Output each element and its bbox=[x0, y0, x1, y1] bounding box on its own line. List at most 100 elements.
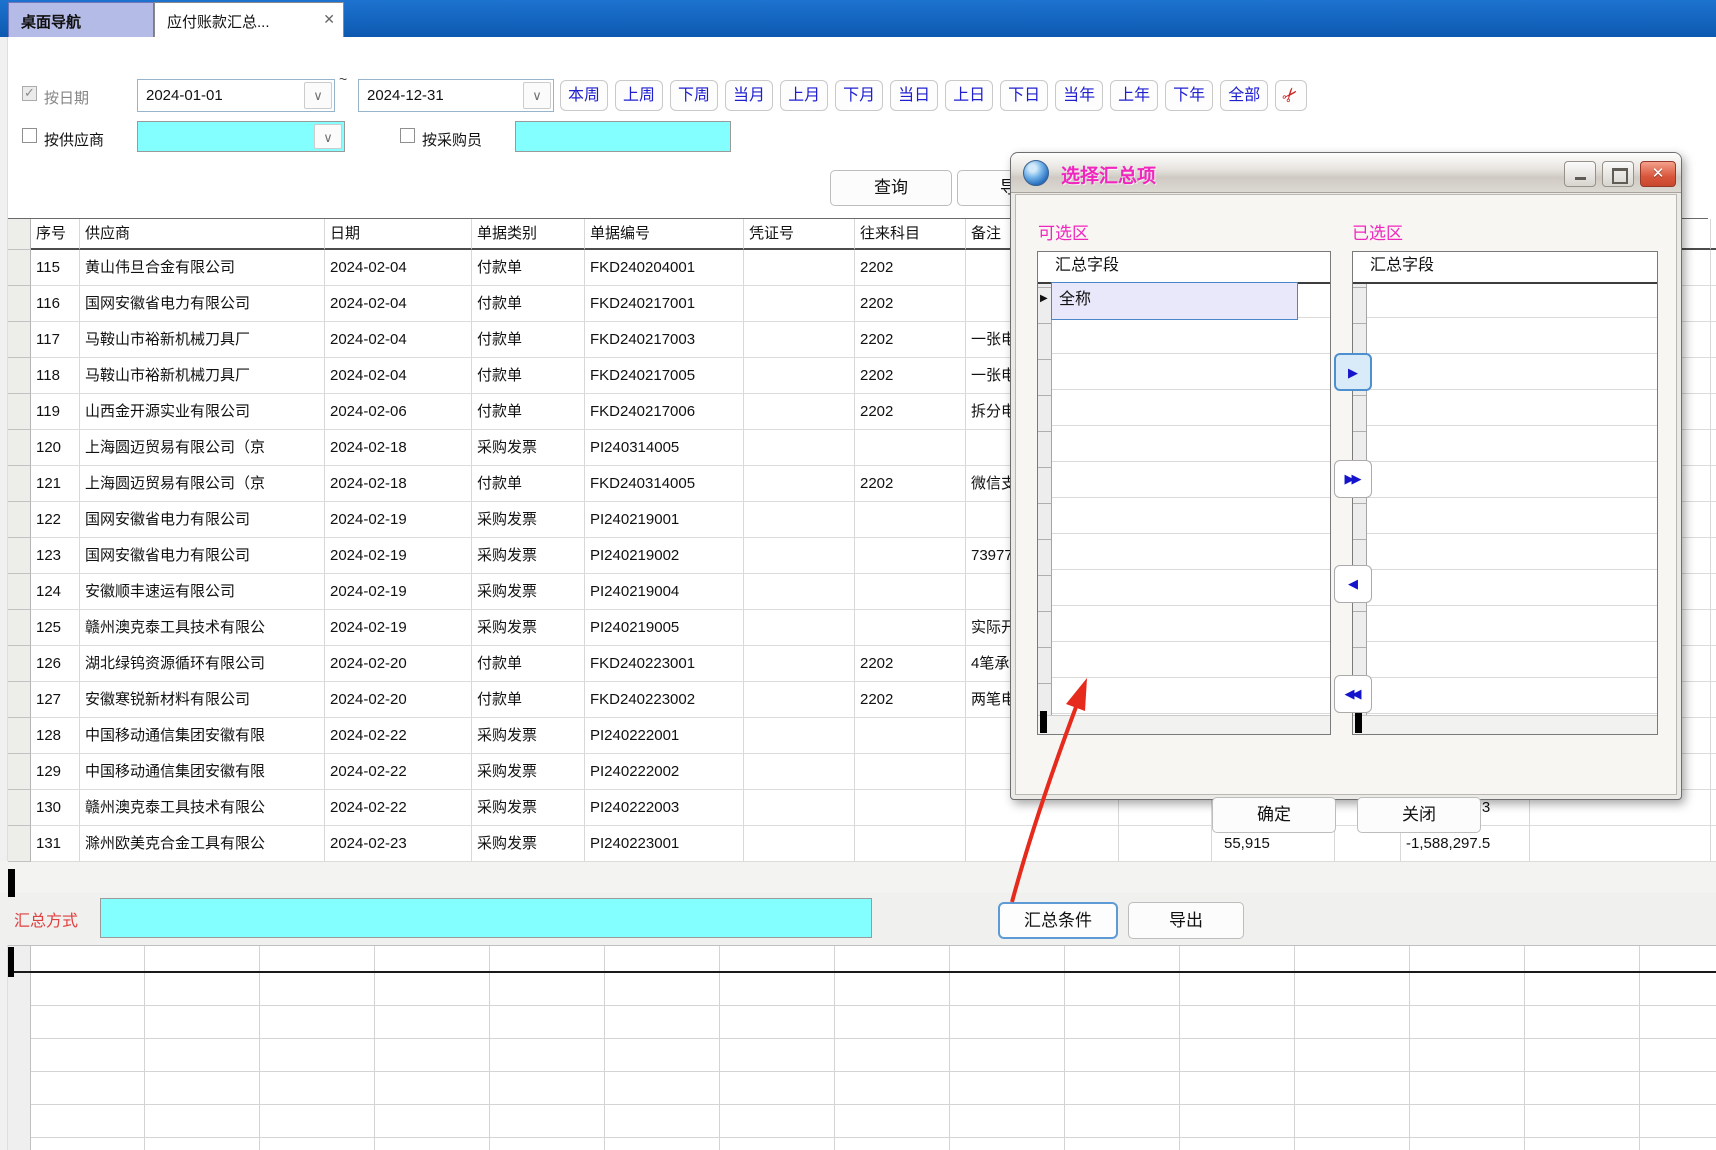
row-header-cell[interactable] bbox=[8, 322, 31, 358]
table-cell[interactable]: 中国移动通信集团安徽有限 bbox=[80, 718, 325, 754]
available-fields-list[interactable]: 汇总字段 全称 ▶ bbox=[1037, 251, 1331, 735]
table-cell[interactable]: 131 bbox=[31, 826, 80, 862]
quick-range-button[interactable]: 下周 bbox=[670, 80, 718, 111]
table-cell[interactable]: 130 bbox=[31, 790, 80, 826]
row-header-cell[interactable] bbox=[8, 538, 31, 574]
table-cell[interactable] bbox=[855, 826, 966, 862]
tab-desktop-nav[interactable]: 桌面导航 bbox=[8, 2, 154, 37]
row-header-cell[interactable] bbox=[8, 394, 31, 430]
table-cell[interactable] bbox=[1711, 826, 1716, 862]
scrollbar-thumb[interactable] bbox=[1355, 711, 1362, 733]
column-header[interactable]: 凭证号 bbox=[744, 219, 855, 250]
horizontal-scrollbar[interactable] bbox=[1038, 715, 1330, 734]
table-cell[interactable]: 2024-02-04 bbox=[325, 250, 472, 286]
table-cell[interactable]: FKD240204001 bbox=[585, 250, 744, 286]
quick-range-button[interactable]: 当日 bbox=[890, 80, 938, 111]
table-cell[interactable]: 127 bbox=[31, 682, 80, 718]
row-header-cell[interactable] bbox=[8, 718, 31, 754]
table-cell[interactable] bbox=[1711, 646, 1716, 682]
table-cell[interactable] bbox=[1711, 322, 1716, 358]
table-cell[interactable] bbox=[1119, 826, 1212, 862]
table-cell[interactable]: 125 bbox=[31, 610, 80, 646]
table-cell[interactable]: 采购发票 bbox=[472, 826, 585, 862]
table-cell[interactable]: PI240219002 bbox=[585, 538, 744, 574]
table-cell[interactable]: FKD240217001 bbox=[585, 286, 744, 322]
table-cell[interactable]: 采购发票 bbox=[472, 754, 585, 790]
export-button-bottom[interactable]: 导出 bbox=[1128, 902, 1244, 939]
by-date-checkbox[interactable]: ✓ bbox=[22, 86, 37, 101]
table-cell[interactable]: 119 bbox=[31, 394, 80, 430]
table-cell[interactable]: 山西金开源实业有限公司 bbox=[80, 394, 325, 430]
table-cell[interactable]: PI240223001 bbox=[585, 826, 744, 862]
quick-range-button[interactable]: 上年 bbox=[1110, 80, 1158, 111]
scissors-filter-button[interactable]: ✂ bbox=[1275, 80, 1307, 111]
table-cell[interactable]: 117 bbox=[31, 322, 80, 358]
table-cell[interactable] bbox=[1711, 394, 1716, 430]
table-cell[interactable]: PI240314005 bbox=[585, 430, 744, 466]
table-cell[interactable]: 129 bbox=[31, 754, 80, 790]
table-cell[interactable]: 付款单 bbox=[472, 250, 585, 286]
quick-range-button[interactable]: 上日 bbox=[945, 80, 993, 111]
row-header-cell[interactable] bbox=[8, 358, 31, 394]
table-cell[interactable]: 122 bbox=[31, 502, 80, 538]
table-cell[interactable] bbox=[855, 718, 966, 754]
table-cell[interactable]: 126 bbox=[31, 646, 80, 682]
tab-close-icon[interactable]: ✕ bbox=[323, 11, 335, 28]
table-cell[interactable] bbox=[1711, 754, 1716, 790]
table-cell[interactable] bbox=[744, 790, 855, 826]
table-cell[interactable] bbox=[855, 502, 966, 538]
table-cell[interactable]: 2024-02-04 bbox=[325, 286, 472, 322]
table-cell[interactable]: 马鞍山市裕新机械刀具厂 bbox=[80, 322, 325, 358]
table-cell[interactable]: 121 bbox=[31, 466, 80, 502]
summary-mode-input[interactable] bbox=[100, 898, 872, 938]
row-header-cell[interactable] bbox=[8, 610, 31, 646]
table-cell[interactable] bbox=[744, 538, 855, 574]
table-cell[interactable]: 付款单 bbox=[472, 682, 585, 718]
table-cell[interactable]: 2024-02-23 bbox=[325, 826, 472, 862]
selected-fields-list[interactable]: 汇总字段 bbox=[1352, 251, 1658, 735]
table-cell[interactable]: 付款单 bbox=[472, 358, 585, 394]
column-header[interactable]: 供应商 bbox=[80, 219, 325, 250]
table-cell[interactable] bbox=[744, 646, 855, 682]
table-cell[interactable] bbox=[744, 682, 855, 718]
table-cell[interactable]: 赣州澳克泰工具技术有限公 bbox=[80, 790, 325, 826]
table-cell[interactable]: 2024-02-19 bbox=[325, 502, 472, 538]
table-cell[interactable]: 湖北绿钨资源循环有限公司 bbox=[80, 646, 325, 682]
row-header-cell[interactable] bbox=[8, 826, 31, 862]
table-cell[interactable]: 上海圆迈贸易有限公司（京 bbox=[80, 430, 325, 466]
column-header[interactable]: 日期 bbox=[325, 219, 472, 250]
table-cell[interactable] bbox=[744, 754, 855, 790]
column-header[interactable]: 序号 bbox=[31, 219, 80, 250]
table-cell[interactable] bbox=[744, 286, 855, 322]
table-cell[interactable] bbox=[1711, 358, 1716, 394]
query-button[interactable]: 查询 bbox=[830, 170, 952, 206]
table-cell[interactable]: 中国移动通信集团安徽有限 bbox=[80, 754, 325, 790]
scrollbar-thumb[interactable] bbox=[1040, 711, 1047, 733]
table-cell[interactable]: 2202 bbox=[855, 394, 966, 430]
table-cell[interactable]: 2024-02-04 bbox=[325, 358, 472, 394]
table-cell[interactable] bbox=[1711, 502, 1716, 538]
row-header-cell[interactable] bbox=[8, 790, 31, 826]
table-cell[interactable] bbox=[855, 430, 966, 466]
table-cell[interactable]: 2202 bbox=[855, 646, 966, 682]
table-cell[interactable]: 2024-02-19 bbox=[325, 538, 472, 574]
table-cell[interactable] bbox=[855, 610, 966, 646]
table-cell[interactable] bbox=[744, 322, 855, 358]
table-cell[interactable] bbox=[1711, 250, 1716, 286]
quick-range-button[interactable]: 全部 bbox=[1220, 80, 1268, 111]
row-header-cell[interactable] bbox=[8, 250, 31, 286]
table-cell[interactable]: 120 bbox=[31, 430, 80, 466]
ok-button[interactable]: 确定 bbox=[1212, 797, 1336, 833]
dialog-close-button[interactable]: 关闭 bbox=[1357, 797, 1481, 833]
table-cell[interactable] bbox=[966, 826, 1119, 862]
table-cell[interactable]: 采购发票 bbox=[472, 718, 585, 754]
table-cell[interactable]: 128 bbox=[31, 718, 80, 754]
move-left-button[interactable]: ◀ bbox=[1334, 565, 1372, 603]
table-cell[interactable]: 采购发票 bbox=[472, 538, 585, 574]
table-cell[interactable] bbox=[744, 718, 855, 754]
table-cell[interactable]: 滁州欧美克合金工具有限公 bbox=[80, 826, 325, 862]
table-cell[interactable]: 付款单 bbox=[472, 394, 585, 430]
table-cell[interactable] bbox=[744, 610, 855, 646]
table-cell[interactable] bbox=[744, 466, 855, 502]
table-cell[interactable] bbox=[1711, 430, 1716, 466]
